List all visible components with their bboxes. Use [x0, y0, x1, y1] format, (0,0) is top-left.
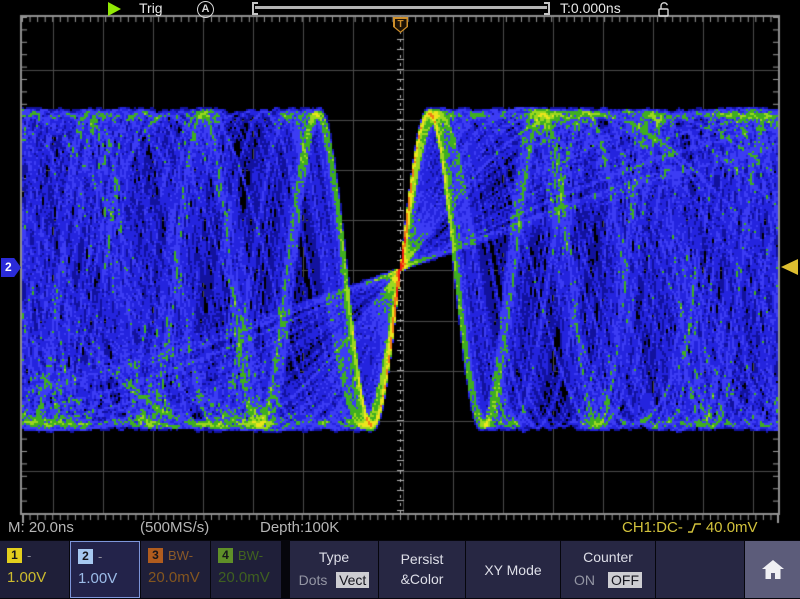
- channel2-badge: 2: [78, 549, 93, 564]
- trigger-source-text: CH1:DC-: [622, 519, 683, 536]
- trigger-readout: CH1:DC- 40.0mV: [622, 519, 758, 536]
- unlock-icon[interactable]: [657, 1, 672, 17]
- sample-rate-readout: (500MS/s): [140, 519, 209, 536]
- oscilloscope-screen: Trig A T:0.000ns T 2 M: 20.0ns (500MS/s)…: [0, 0, 800, 599]
- timebase-readout: M: 20.0ns: [8, 519, 74, 536]
- rising-edge-icon: [687, 521, 702, 535]
- channel4-coupling: BW-: [238, 548, 263, 563]
- menu-persist-line2: &Color: [379, 569, 465, 589]
- menu-type-option-vect[interactable]: Vect: [336, 572, 369, 588]
- channel1-coupling: -: [27, 548, 31, 563]
- channel2-scale: 1.00V: [78, 570, 139, 587]
- menu-persist-line1: Persist: [379, 549, 465, 569]
- channel3-badge: 3: [148, 548, 163, 563]
- bottom-menu-bar: 1 - 1.00V 2 - 1.00V 3 BW- 20.0mV 4 BW-: [0, 540, 800, 599]
- auto-trigger-icon: A: [197, 1, 214, 18]
- menu-empty-box: [656, 541, 744, 598]
- menu-counter-option-off[interactable]: OFF: [608, 572, 642, 588]
- channel2-box[interactable]: 2 - 1.00V: [70, 541, 140, 598]
- channel4-badge: 4: [218, 548, 233, 563]
- trig-status-label: Trig: [139, 0, 163, 16]
- channel3-scale: 20.0mV: [148, 569, 210, 586]
- home-icon: [762, 560, 784, 580]
- channel3-coupling: BW-: [168, 548, 193, 563]
- trigger-level-text: 40.0mV: [706, 519, 758, 536]
- menu-counter-title: Counter: [561, 549, 655, 565]
- memory-bar-right-bracket: [544, 2, 550, 15]
- run-play-icon: [108, 2, 121, 16]
- memory-depth-readout: Depth:100K: [260, 519, 339, 536]
- memory-bar-fill: [255, 6, 547, 9]
- channel1-badge: 1: [7, 548, 22, 563]
- menu-counter[interactable]: Counter ON OFF: [561, 541, 655, 598]
- menu-xy-label: XY Mode: [466, 541, 560, 598]
- channel1-box[interactable]: 1 - 1.00V: [0, 541, 69, 598]
- menu-type-title: Type: [290, 549, 378, 565]
- menu-type-option-dots[interactable]: Dots: [299, 572, 328, 588]
- channel4-scale: 20.0mV: [218, 569, 281, 586]
- menu-counter-option-on[interactable]: ON: [574, 572, 595, 588]
- channel2-coupling: -: [98, 549, 102, 564]
- channel3-box[interactable]: 3 BW- 20.0mV: [141, 541, 210, 598]
- channel1-scale: 1.00V: [7, 569, 69, 586]
- memory-position-bar[interactable]: [252, 2, 550, 15]
- channel4-box[interactable]: 4 BW- 20.0mV: [211, 541, 281, 598]
- waveform-display: [0, 0, 800, 540]
- home-button[interactable]: [745, 541, 800, 598]
- menu-type[interactable]: Type Dots Vect: [290, 541, 378, 598]
- menu-persist-color[interactable]: Persist &Color: [379, 541, 465, 598]
- trigger-time-offset: T:0.000ns: [560, 0, 621, 16]
- menu-xy-mode[interactable]: XY Mode: [466, 541, 560, 598]
